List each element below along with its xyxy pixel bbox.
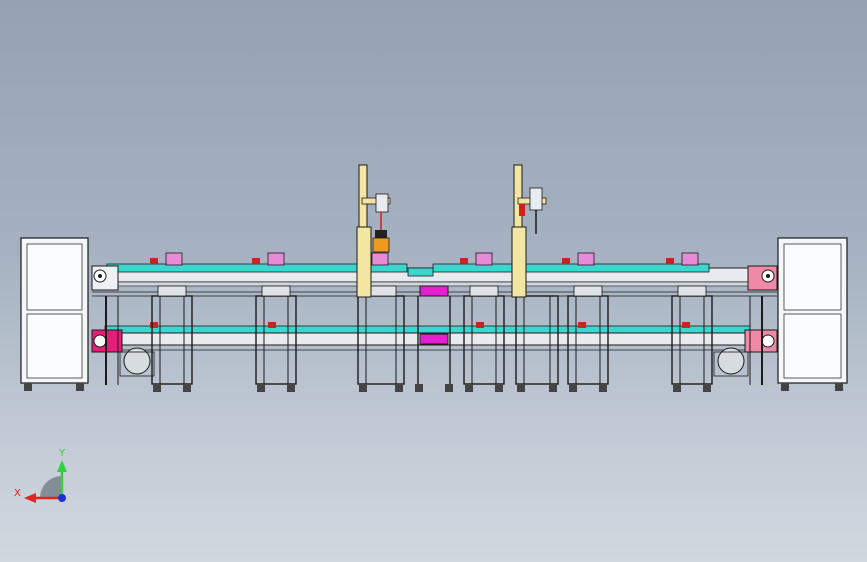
triad-plane [40,476,62,498]
cad-viewport[interactable]: Y X [0,0,867,562]
triad-x-label: X [14,488,21,499]
triad-y-label: Y [58,448,66,459]
axis-triad: Y X [14,448,67,503]
triad-y-arrow [57,460,67,472]
triad-x-arrow [24,493,36,503]
upper-fixtures [150,252,699,266]
left-cabinet [20,237,89,391]
triad-z-axis [58,494,66,502]
right-cabinet [777,237,848,391]
